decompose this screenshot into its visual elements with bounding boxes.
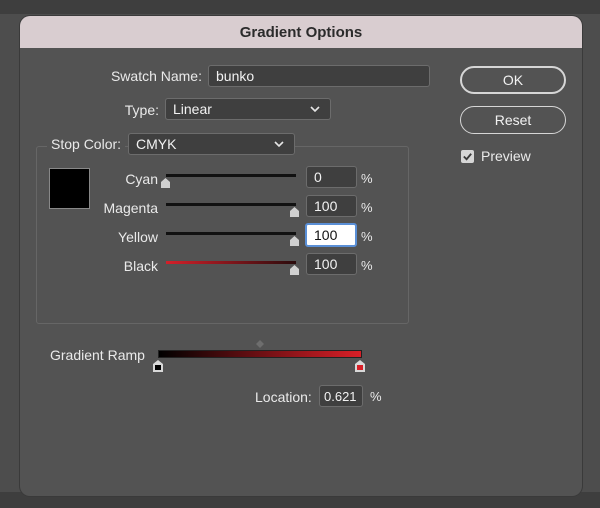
yellow-slider-thumb[interactable] <box>290 236 299 246</box>
stop-color-swatch <box>49 168 90 209</box>
yellow-value: 100 <box>314 227 338 243</box>
cyan-value: 0 <box>314 169 322 185</box>
black-unit: % <box>361 258 373 273</box>
yellow-unit: % <box>361 229 373 244</box>
cyan-slider-thumb[interactable] <box>161 178 170 188</box>
magenta-input[interactable]: 100 <box>306 195 357 217</box>
magenta-value: 100 <box>314 198 338 214</box>
dialog-title: Gradient Options <box>20 16 582 48</box>
swatch-name-label: Swatch Name: <box>110 68 202 84</box>
black-slider-track[interactable] <box>166 261 296 264</box>
gradient-options-dialog: Gradient Options Swatch Name: bunko Type… <box>20 16 582 496</box>
chevron-down-icon <box>310 106 320 113</box>
location-value: 0.621 <box>324 388 357 404</box>
stop-color-label: Stop Color: <box>47 136 126 152</box>
preview-label: Preview <box>481 148 531 164</box>
magenta-slider-track[interactable] <box>166 203 296 206</box>
reset-button[interactable]: Reset <box>460 106 566 134</box>
checkmark-icon <box>463 153 472 161</box>
cyan-input[interactable]: 0 <box>306 166 357 188</box>
yellow-slider-track[interactable] <box>166 232 296 235</box>
black-slider-thumb[interactable] <box>290 265 299 275</box>
magenta-slider-thumb[interactable] <box>290 207 299 217</box>
location-unit: % <box>370 389 382 404</box>
ok-button[interactable]: OK <box>460 66 566 94</box>
yellow-input[interactable]: 100 <box>305 223 357 247</box>
start-color-stop[interactable] <box>153 360 163 372</box>
location-input[interactable]: 0.621 <box>319 385 363 407</box>
black-label: Black <box>123 258 158 274</box>
cyan-unit: % <box>361 171 373 186</box>
stop-color-value: CMYK <box>136 136 177 152</box>
background-window-top <box>0 0 600 14</box>
type-label: Type: <box>124 102 159 118</box>
gradient-ramp-label: Gradient Ramp <box>50 347 145 363</box>
type-value: Linear <box>173 101 212 117</box>
cyan-label: Cyan <box>125 171 158 187</box>
end-color-stop[interactable] <box>355 360 365 372</box>
magenta-unit: % <box>361 200 373 215</box>
type-select[interactable]: Linear <box>165 98 331 120</box>
swatch-name-value: bunko <box>216 68 255 84</box>
location-label: Location: <box>255 389 312 405</box>
black-input[interactable]: 100 <box>306 253 357 275</box>
preview-checkbox[interactable] <box>461 150 474 163</box>
yellow-label: Yellow <box>118 229 158 245</box>
cyan-slider-track[interactable] <box>166 174 296 177</box>
chevron-down-icon <box>274 141 284 148</box>
black-value: 100 <box>314 256 338 272</box>
midpoint-diamond-icon[interactable] <box>256 340 264 348</box>
magenta-label: Magenta <box>103 200 158 216</box>
stop-color-select[interactable]: CMYK <box>128 133 295 155</box>
gradient-ramp-bar[interactable] <box>158 350 362 358</box>
swatch-name-input[interactable]: bunko <box>208 65 430 87</box>
